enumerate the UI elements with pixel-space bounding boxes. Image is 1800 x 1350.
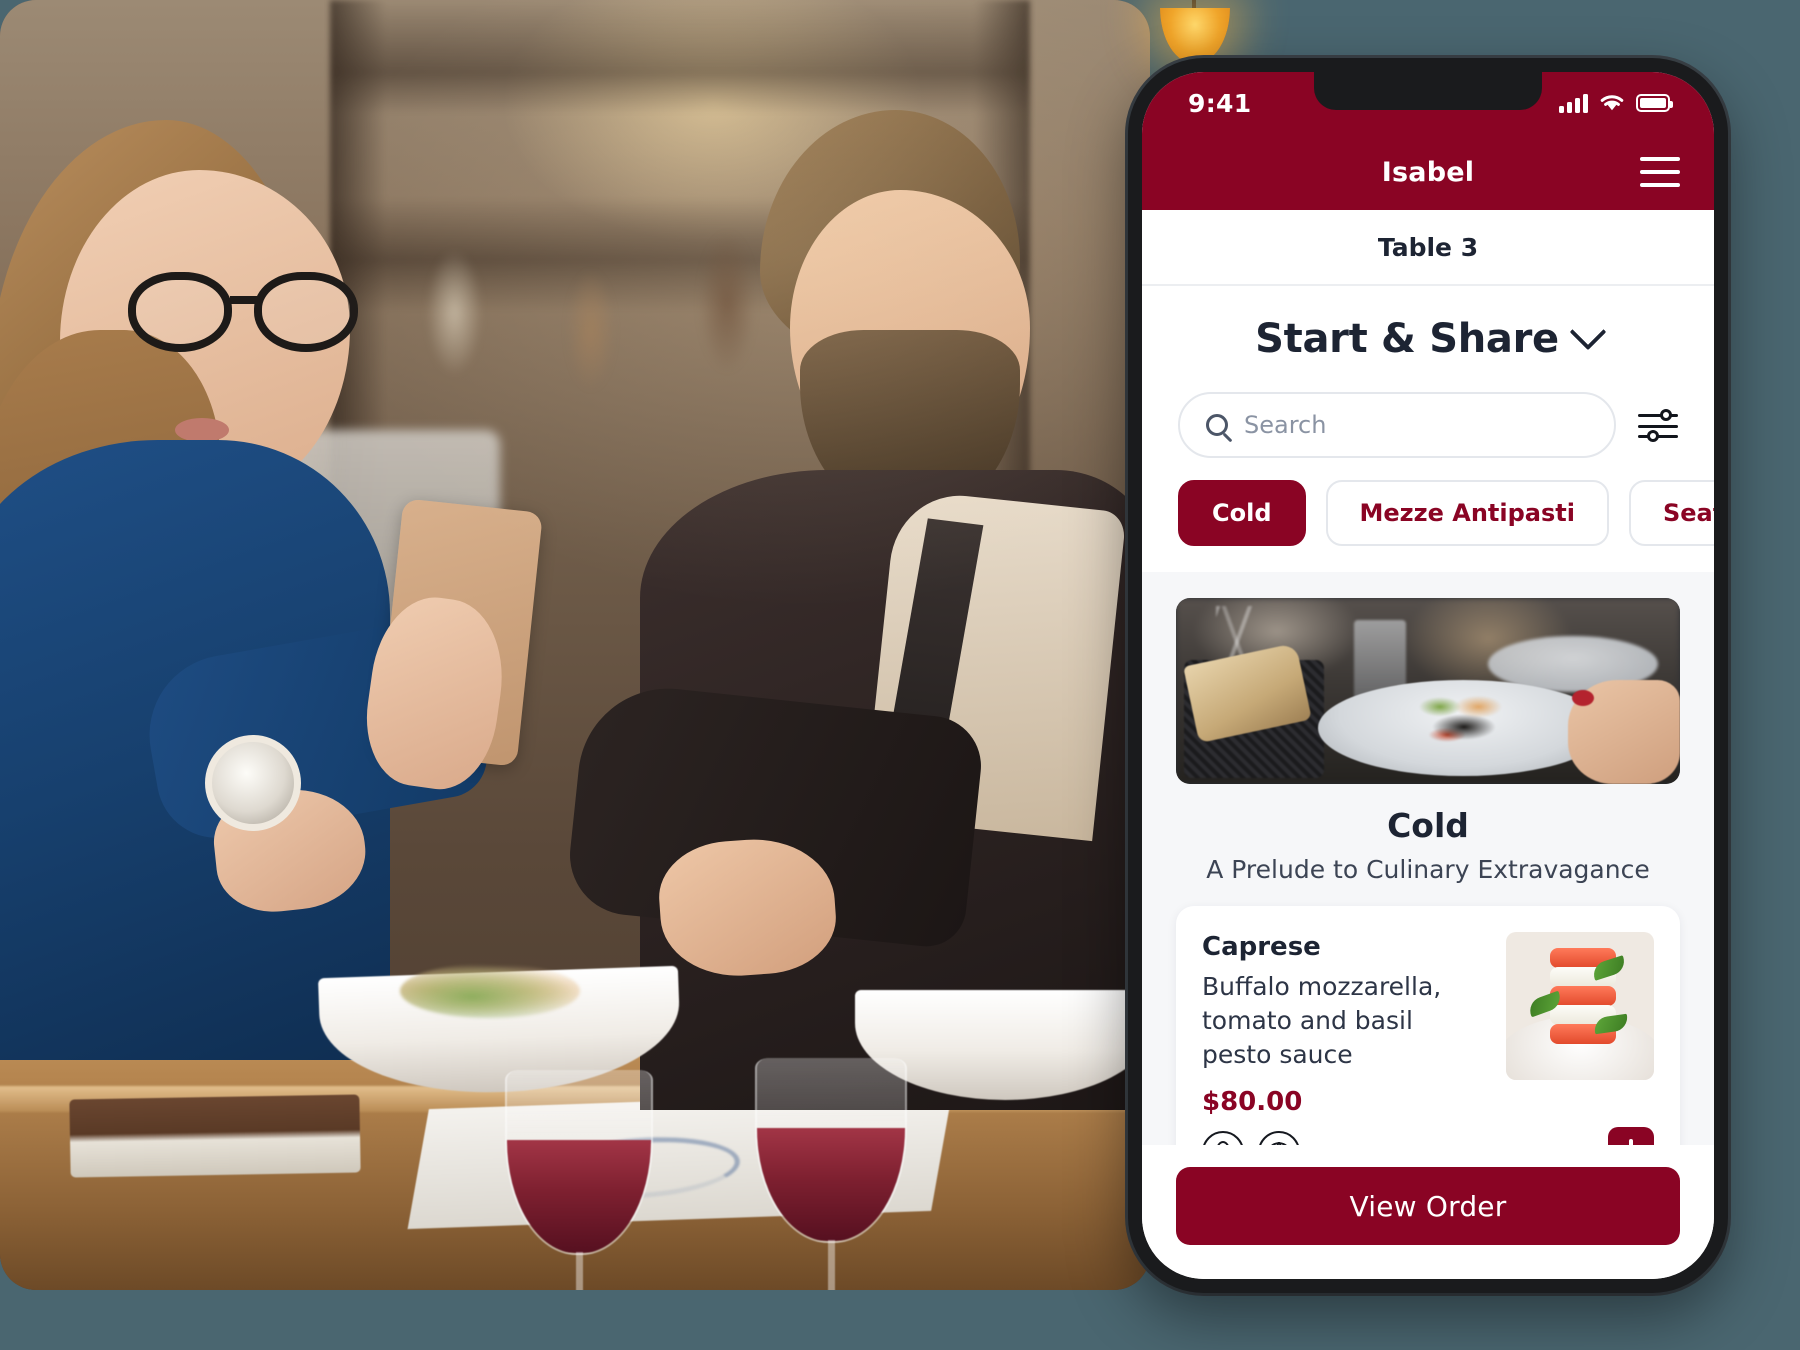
menu-item-info: Caprese Buffalo mozzarella, tomato and b… bbox=[1202, 932, 1488, 1145]
view-order-button[interactable]: View Order bbox=[1176, 1167, 1680, 1245]
photo-woman-wristwatch bbox=[205, 735, 301, 831]
menu-item-diet-tags bbox=[1202, 1131, 1488, 1145]
menu-item-actions bbox=[1506, 932, 1654, 1145]
add-item-button[interactable] bbox=[1608, 1127, 1654, 1145]
photo-woman-lips bbox=[175, 418, 229, 442]
phone-screen: 9:41 Isabel Table 3 Start & Share Search… bbox=[1142, 72, 1714, 1279]
search-row bbox=[1142, 392, 1714, 480]
menu-item-thumbnail bbox=[1506, 932, 1654, 1080]
chip-cold[interactable]: Cold bbox=[1178, 480, 1306, 546]
egg-icon bbox=[1202, 1131, 1244, 1145]
menu-item-name: Caprese bbox=[1202, 932, 1321, 962]
photo-woman-eyeglasses bbox=[128, 272, 358, 356]
filter-sliders-icon[interactable] bbox=[1638, 405, 1678, 445]
chip-mezze-antipasti[interactable]: Mezze Antipasti bbox=[1325, 480, 1609, 546]
menu-content: Cold A Prelude to Culinary Extravagance … bbox=[1142, 572, 1714, 1145]
search-icon bbox=[1206, 414, 1228, 436]
vegetarian-leaf-icon bbox=[1258, 1131, 1300, 1145]
category-chips: Cold Mezze Antipasti Seafood Delicacies bbox=[1142, 480, 1714, 572]
phone-mockup: 9:41 Isabel Table 3 Start & Share Search… bbox=[1128, 58, 1728, 1293]
category-dropdown-label: Start & Share bbox=[1255, 316, 1559, 362]
search-box[interactable] bbox=[1178, 392, 1616, 458]
section-title: Cold bbox=[1387, 806, 1469, 845]
chip-seafood-delicacies[interactable]: Seafood Delicacies bbox=[1628, 480, 1714, 546]
status-time: 9:41 bbox=[1188, 88, 1252, 118]
photo-book bbox=[69, 1094, 361, 1178]
wifi-icon bbox=[1600, 95, 1624, 111]
chevron-down-icon bbox=[1569, 313, 1607, 351]
photo-bowl-left-food bbox=[400, 964, 580, 1018]
category-dropdown[interactable]: Start & Share bbox=[1142, 286, 1714, 392]
pendant-lamp-icon bbox=[1160, 8, 1230, 64]
signal-icon bbox=[1559, 93, 1588, 113]
table-label: Table 3 bbox=[1377, 232, 1479, 262]
cta-footer: View Order bbox=[1142, 1145, 1714, 1279]
table-bar: Table 3 bbox=[1142, 210, 1714, 286]
search-input[interactable] bbox=[1244, 411, 1588, 439]
battery-icon bbox=[1636, 94, 1673, 112]
hamburger-menu-icon[interactable] bbox=[1640, 157, 1680, 187]
section-hero-image bbox=[1176, 598, 1680, 784]
status-icons bbox=[1559, 93, 1673, 113]
app-title: Isabel bbox=[1381, 156, 1475, 188]
menu-item-description: Buffalo mozzarella, tomato and basil pes… bbox=[1202, 972, 1442, 1069]
status-bar: 9:41 bbox=[1142, 72, 1714, 134]
phone-notch bbox=[1314, 72, 1542, 110]
background-restaurant-photo bbox=[0, 0, 1150, 1290]
photo-scene bbox=[0, 0, 1150, 1290]
menu-item-card[interactable]: Caprese Buffalo mozzarella, tomato and b… bbox=[1176, 906, 1680, 1145]
app-header: Isabel bbox=[1142, 134, 1714, 210]
section-subtitle: A Prelude to Culinary Extravagance bbox=[1206, 855, 1650, 884]
menu-item-price: $80.00 bbox=[1202, 1087, 1303, 1118]
